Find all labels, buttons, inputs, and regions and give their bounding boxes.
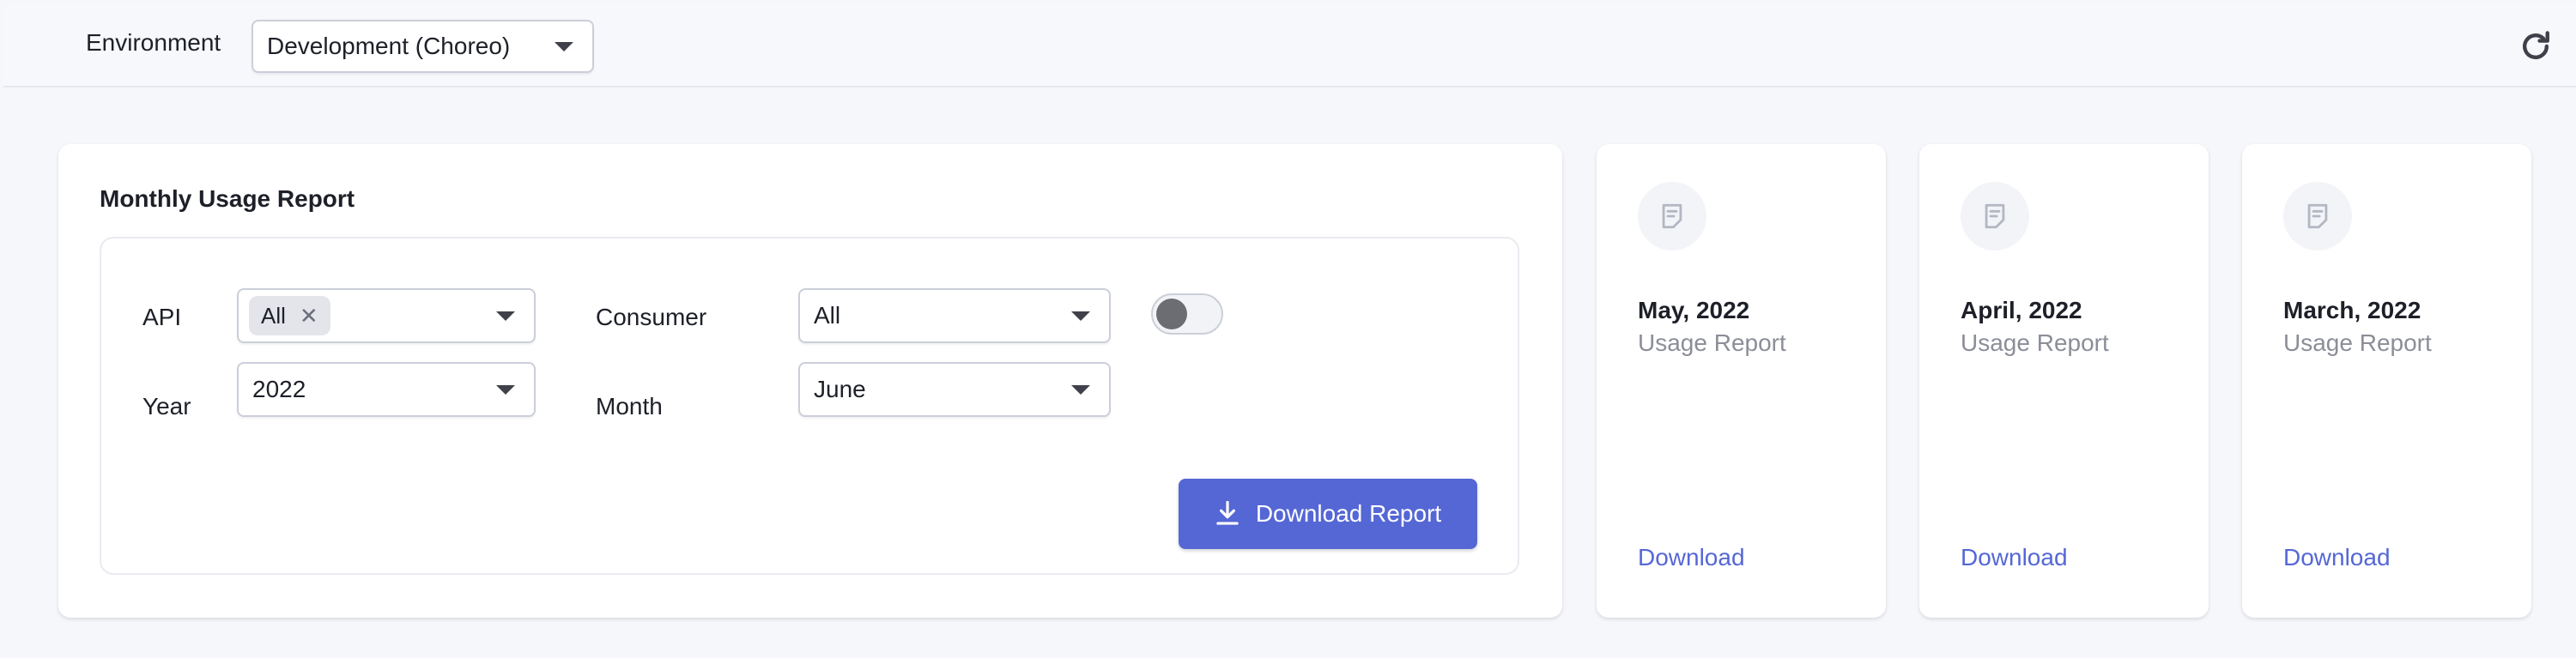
document-icon: [1638, 182, 1706, 251]
consumer-label: Consumer: [596, 304, 707, 330]
consumer-select-value: All: [814, 302, 841, 329]
report-filter-panel: API All ✕ Consumer All Year 2022 Month J…: [100, 237, 1519, 575]
chevron-down-icon: [555, 42, 573, 51]
month-label: Month: [596, 393, 663, 420]
environment-select-value: Development (Choreo): [267, 33, 511, 59]
toggle-knob: [1156, 299, 1187, 329]
consumer-toggle[interactable]: [1151, 293, 1223, 335]
report-subtitle: Usage Report: [1638, 329, 1786, 356]
environment-label: Environment: [86, 29, 221, 56]
download-icon: [1216, 500, 1239, 525]
report-month: April, 2022: [1961, 297, 2082, 323]
chevron-down-icon: [1071, 385, 1090, 395]
download-link[interactable]: Download: [1638, 544, 1745, 571]
download-link[interactable]: Download: [2283, 544, 2391, 571]
report-card-march-2022: March, 2022 Usage Report Download: [2242, 144, 2531, 618]
document-icon: [2283, 182, 2352, 251]
chevron-down-icon: [496, 385, 515, 395]
report-card-april-2022: April, 2022 Usage Report Download: [1919, 144, 2209, 618]
month-select-value: June: [814, 376, 866, 402]
report-subtitle: Usage Report: [2283, 329, 2432, 356]
report-month: March, 2022: [2283, 297, 2421, 323]
environment-bar: Environment Development (Choreo): [3, 3, 2576, 88]
chevron-down-icon: [496, 311, 515, 321]
monthly-usage-report-card: Monthly Usage Report API All ✕ Consumer …: [58, 144, 1562, 618]
month-select[interactable]: June: [798, 362, 1111, 417]
close-icon[interactable]: ✕: [300, 296, 318, 335]
download-report-label: Download Report: [1255, 500, 1442, 527]
report-card-may-2022: May, 2022 Usage Report Download: [1597, 144, 1886, 618]
consumer-select[interactable]: All: [798, 288, 1111, 343]
report-subtitle: Usage Report: [1961, 329, 2109, 356]
year-select[interactable]: 2022: [237, 362, 536, 417]
api-label: API: [142, 304, 182, 330]
document-icon: [1961, 182, 2029, 251]
download-link[interactable]: Download: [1961, 544, 2068, 571]
report-month: May, 2022: [1638, 297, 1750, 323]
api-chip[interactable]: All ✕: [249, 296, 330, 335]
download-report-button[interactable]: Download Report: [1179, 479, 1477, 549]
environment-select[interactable]: Development (Choreo): [252, 20, 594, 73]
year-select-value: 2022: [252, 376, 306, 402]
chevron-down-icon: [1071, 311, 1090, 321]
refresh-icon[interactable]: [2517, 27, 2555, 65]
api-select[interactable]: All ✕: [237, 288, 536, 343]
year-label: Year: [142, 393, 191, 420]
card-title: Monthly Usage Report: [100, 185, 355, 212]
api-chip-label: All: [261, 303, 286, 329]
